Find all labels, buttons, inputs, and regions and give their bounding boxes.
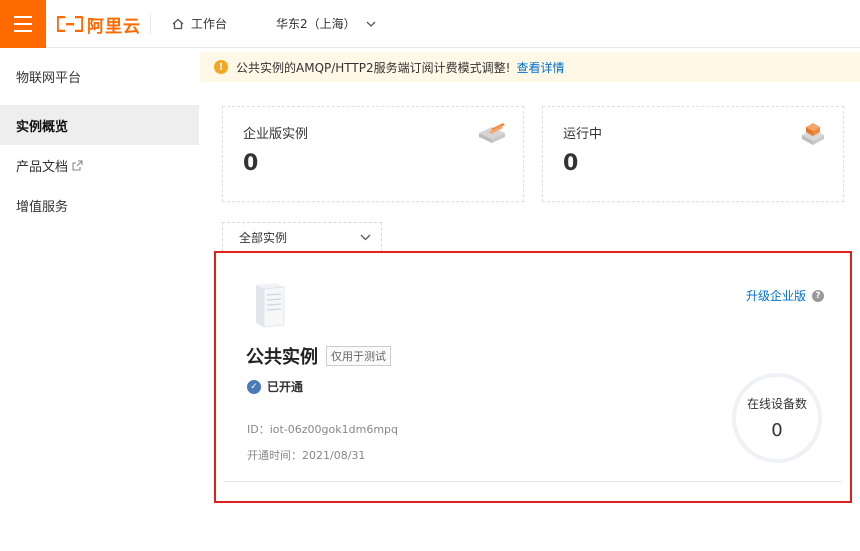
top-bar: 阿里云 工作台 华东2（上海） [0, 0, 860, 48]
check-circle-icon: ✓ [247, 379, 261, 394]
sidebar: 物联网平台 实例概览 产品文档 增值服务 [0, 48, 200, 551]
stat-card-enterprise: 企业版实例 0 [222, 106, 524, 202]
stat-label: 企业版实例 [243, 127, 309, 142]
stat-value: 0 [563, 151, 579, 176]
online-devices-count: 0 [771, 420, 783, 441]
instance-name: 公共实例 [246, 347, 318, 368]
stat-card-running: 运行中 0 [542, 106, 844, 202]
help-icon[interactable]: ? [812, 289, 824, 302]
stat-label: 运行中 [563, 127, 603, 142]
chevron-down-icon [360, 234, 371, 240]
upgrade-label: 升级企业版 [745, 289, 806, 303]
sidebar-item-label: 产品文档 [16, 159, 69, 175]
online-devices-label: 在线设备数 [746, 397, 807, 411]
external-link-icon [72, 159, 83, 171]
chevron-down-icon [366, 21, 376, 27]
public-instance-card[interactable]: 升级企业版 ? 公共实例 仅用于测试 ✓ 已开通 ID：iot-06z00gok… [214, 251, 852, 503]
cube-icon [802, 123, 824, 145]
instance-status: ✓ 已开通 [247, 378, 303, 395]
filter-value: 全部实例 [239, 230, 288, 245]
menu-icon[interactable] [0, 0, 46, 48]
region-label: 华东2（上海） [276, 17, 356, 31]
sidebar-item-instance-overview[interactable]: 实例概览 [0, 105, 199, 145]
region-selector[interactable]: 华东2（上海） [276, 15, 376, 32]
instance-filter-select[interactable]: 全部实例 [222, 222, 382, 252]
sidebar-item-label: 增值服务 [16, 199, 69, 215]
card-divider [224, 481, 842, 482]
workbench-link[interactable]: 工作台 [172, 15, 227, 32]
instance-title: 公共实例 仅用于测试 [246, 343, 391, 369]
brand-name: 阿里云 [87, 16, 141, 37]
instance-open-date: 开通时间：2021/08/31 [247, 449, 366, 462]
warning-icon: ! [214, 60, 228, 74]
notice-details-link[interactable]: 查看详情 [516, 59, 564, 76]
test-only-tag: 仅用于测试 [326, 346, 391, 366]
home-icon [172, 18, 184, 29]
server-icon [256, 283, 285, 328]
aliyun-logo[interactable]: 阿里云 [57, 13, 141, 37]
instance-id: ID：iot-06z00gok1dm6mpq [247, 423, 399, 436]
notice-text: 公共实例的AMQP/HTTP2服务端订阅计费模式调整! [236, 60, 511, 75]
main-content: ! 公共实例的AMQP/HTTP2服务端订阅计费模式调整! 查看详情 企业版实例… [200, 48, 860, 551]
notice-banner: ! 公共实例的AMQP/HTTP2服务端订阅计费模式调整! 查看详情 [200, 52, 860, 82]
header-divider [150, 15, 151, 33]
logo-mark-icon [57, 16, 83, 32]
stack-icon [479, 123, 505, 143]
upgrade-enterprise-link[interactable]: 升级企业版 ? [746, 287, 824, 304]
stat-value: 0 [243, 151, 259, 176]
online-devices-gauge: 在线设备数 0 [732, 373, 822, 463]
sidebar-item-label: 实例概览 [16, 119, 69, 135]
workbench-label: 工作台 [191, 17, 228, 31]
sidebar-item-product-docs[interactable]: 产品文档 [0, 145, 199, 185]
status-label: 已开通 [267, 380, 304, 394]
sidebar-title: 物联网平台 [16, 71, 82, 86]
sidebar-item-value-added[interactable]: 增值服务 [0, 185, 199, 225]
